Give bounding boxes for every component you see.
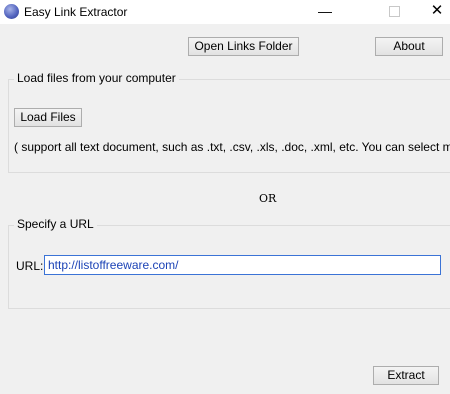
maximize-button[interactable] [374,0,414,24]
maximize-icon [388,6,400,18]
url-group-legend: Specify a URL [14,217,97,231]
url-label: URL: [16,259,44,273]
extract-button[interactable]: Extract [373,366,439,385]
support-note: ( support all text document, such as .tx… [14,140,450,154]
title-bar: Easy Link Extractor — ✕ [0,0,450,24]
minimize-button[interactable]: — [305,0,345,24]
load-files-button[interactable]: Load Files [14,108,82,127]
close-button[interactable]: ✕ [417,0,450,24]
or-separator: OR [259,192,277,205]
open-links-folder-button[interactable]: Open Links Folder [188,37,299,56]
url-input[interactable] [44,255,441,275]
about-button[interactable]: About [375,37,443,56]
app-globe-icon [4,4,19,19]
load-files-group-legend: Load files from your computer [14,71,179,85]
window-title: Easy Link Extractor [24,5,128,19]
